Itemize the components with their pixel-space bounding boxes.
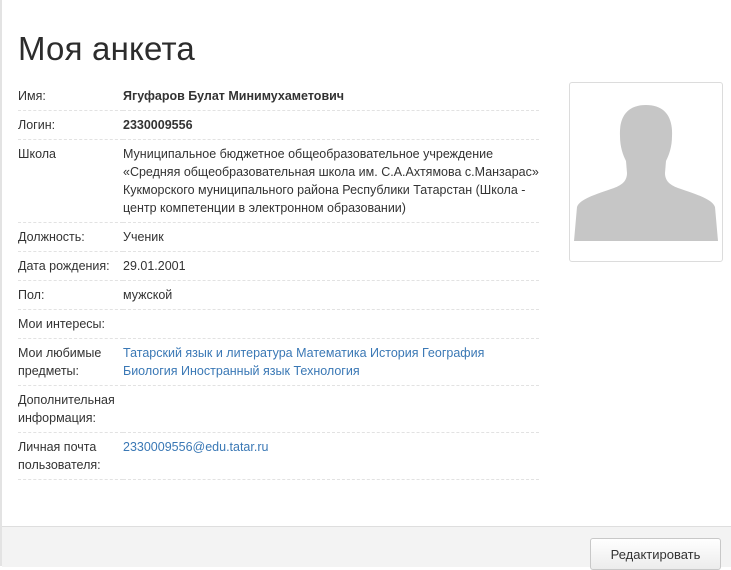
- label-email: Личная почта пользователя:: [18, 432, 123, 480]
- label-additional-info: Дополнительная информация:: [18, 385, 123, 433]
- row-subjects: Мои любимые предметы: Татарский язык и л…: [18, 338, 539, 386]
- label-interests: Мои интересы:: [18, 309, 123, 339]
- value-subjects: Татарский язык и литература Математика И…: [123, 338, 539, 386]
- subject-link[interactable]: Татарский язык и литература: [123, 346, 293, 360]
- avatar[interactable]: [569, 82, 723, 262]
- value-school: Муниципальное бюджетное общеобразователь…: [123, 139, 539, 223]
- row-gender: Пол: мужской: [18, 280, 539, 310]
- edit-button[interactable]: Редактировать: [590, 538, 721, 570]
- subject-link[interactable]: Иностранный язык: [181, 364, 290, 378]
- page-title: Моя анкета: [18, 30, 195, 67]
- profile-table: Имя: Ягуфаров Булат Минимухаметович Логи…: [18, 82, 539, 480]
- row-interests: Мои интересы:: [18, 309, 539, 339]
- row-name: Имя: Ягуфаров Булат Минимухаметович: [18, 82, 539, 111]
- page-left-border: [0, 0, 2, 566]
- value-interests: [123, 309, 539, 339]
- value-birthdate: 29.01.2001: [123, 251, 539, 281]
- label-login: Логин:: [18, 110, 123, 140]
- label-name: Имя:: [18, 82, 123, 111]
- subject-link[interactable]: Биология: [123, 364, 178, 378]
- subject-link[interactable]: История: [370, 346, 418, 360]
- row-position: Должность: Ученик: [18, 222, 539, 252]
- value-additional-info: [123, 385, 539, 433]
- value-login: 2330009556: [123, 110, 539, 140]
- value-position: Ученик: [123, 222, 539, 252]
- email-link[interactable]: 2330009556@edu.tatar.ru: [123, 440, 268, 454]
- label-school: Школа: [18, 139, 123, 223]
- subject-link[interactable]: Математика: [296, 346, 366, 360]
- row-additional-info: Дополнительная информация:: [18, 385, 539, 433]
- label-subjects: Мои любимые предметы:: [18, 338, 123, 386]
- value-name: Ягуфаров Булат Минимухаметович: [123, 82, 539, 111]
- row-school: Школа Муниципальное бюджетное общеобразо…: [18, 139, 539, 223]
- value-gender: мужской: [123, 280, 539, 310]
- row-birthdate: Дата рождения: 29.01.2001: [18, 251, 539, 281]
- subject-link[interactable]: География: [422, 346, 484, 360]
- row-email: Личная почта пользователя: 2330009556@ed…: [18, 432, 539, 480]
- label-position: Должность:: [18, 222, 123, 252]
- user-silhouette-icon: [574, 105, 718, 241]
- subject-link[interactable]: Технология: [293, 364, 359, 378]
- value-email: 2330009556@edu.tatar.ru: [123, 432, 539, 480]
- row-login: Логин: 2330009556: [18, 110, 539, 140]
- label-gender: Пол:: [18, 280, 123, 310]
- label-birthdate: Дата рождения:: [18, 251, 123, 281]
